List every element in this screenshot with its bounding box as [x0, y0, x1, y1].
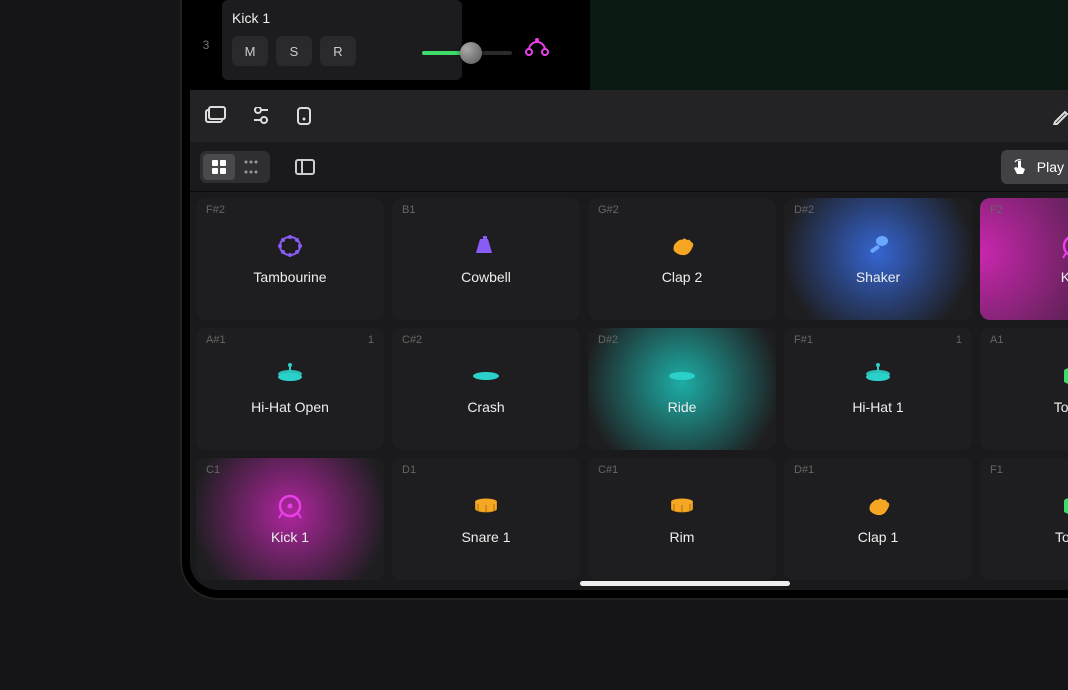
drum-pad[interactable]: F1 Tom L — [980, 458, 1068, 580]
cowbell-icon — [470, 233, 502, 259]
toolbar — [190, 90, 1068, 142]
tom-icon — [1058, 493, 1068, 519]
drum-pad[interactable]: F2 Kick — [980, 198, 1068, 320]
pad-note: C#2 — [402, 334, 422, 346]
sidebar-toggle[interactable] — [288, 154, 322, 180]
pad-note: A1 — [990, 334, 1003, 346]
pad-label: Kick — [1061, 269, 1068, 285]
tap-icon — [1011, 158, 1029, 176]
shaker-icon — [862, 233, 894, 259]
pad-note: F#2 — [206, 204, 225, 216]
volume-slider[interactable] — [422, 44, 512, 62]
pad-note: F2 — [990, 204, 1003, 216]
pad-label: Shaker — [856, 269, 900, 285]
solo-button[interactable]: S — [276, 36, 312, 66]
mute-button[interactable]: M — [232, 36, 268, 66]
app-screen: 3 Kick 1 M S R — [190, 0, 1068, 590]
drum-pad[interactable]: G#2 Clap 2 — [588, 198, 776, 320]
mixer-icon[interactable] — [250, 107, 272, 125]
snare-icon — [470, 493, 502, 519]
pad-label: Cowbell — [461, 269, 511, 285]
pad-grid: F#2 Tambourine B1 Cowbell G#2 Clap 2 D#2 Shaker… — [190, 192, 1068, 590]
pad-note: C#1 — [598, 464, 618, 476]
drum-pad[interactable]: C1 Kick 1 — [196, 458, 384, 580]
volume-knob[interactable] — [460, 42, 482, 64]
drum-pad[interactable]: C#1 Rim — [588, 458, 776, 580]
pad-note: G#2 — [598, 204, 619, 216]
pad-note: F#1 — [794, 334, 813, 346]
clap-icon — [666, 233, 698, 259]
keyboard-icon[interactable] — [296, 106, 312, 126]
pad-toolbar: Play — [190, 142, 1068, 192]
track-header[interactable]: Kick 1 M S R — [222, 0, 462, 80]
list-view-button[interactable] — [235, 154, 267, 180]
library-icon[interactable] — [204, 106, 226, 126]
kick-icon — [274, 493, 306, 519]
pad-label: Clap 2 — [662, 269, 702, 285]
device-frame: 3 Kick 1 M S R — [180, 0, 1068, 600]
pad-label: Tambourine — [253, 269, 326, 285]
pad-label: Kick 1 — [271, 529, 309, 545]
pad-label: Ride — [668, 399, 697, 415]
drum-pad[interactable]: F#1 1 Hi-Hat 1 — [784, 328, 972, 450]
drum-pad[interactable]: F#2 Tambourine — [196, 198, 384, 320]
cymbal-icon — [470, 363, 502, 389]
clap-icon — [862, 493, 894, 519]
drum-pad[interactable]: D#1 Clap 1 — [784, 458, 972, 580]
track-title: Kick 1 — [232, 10, 452, 26]
pad-note: C1 — [206, 464, 220, 476]
cymbal-icon — [666, 363, 698, 389]
drum-pad[interactable]: D#2 Ride — [588, 328, 776, 450]
pad-note: F1 — [990, 464, 1003, 476]
pad-note: B1 — [402, 204, 415, 216]
pad-index: 1 — [368, 334, 374, 346]
view-segment — [200, 151, 270, 183]
pad-note: D#2 — [794, 204, 814, 216]
pad-label: Clap 1 — [858, 529, 898, 545]
home-indicator[interactable] — [580, 581, 790, 586]
pad-index: 1 — [956, 334, 962, 346]
track-number: 3 — [196, 38, 216, 52]
snare-icon — [666, 493, 698, 519]
drum-pad[interactable]: D1 Snare 1 — [392, 458, 580, 580]
pad-note: A#1 — [206, 334, 226, 346]
drum-pad[interactable]: D#2 Shaker — [784, 198, 972, 320]
drum-pad[interactable]: A1 Tom H — [980, 328, 1068, 450]
pad-label: Rim — [670, 529, 695, 545]
pad-label: Tom L — [1055, 529, 1068, 545]
pad-label: Tom H — [1054, 399, 1068, 415]
pad-label: Hi-Hat 1 — [852, 399, 903, 415]
pad-label: Crash — [467, 399, 504, 415]
pad-label: Snare 1 — [461, 529, 510, 545]
headphones-icon — [522, 30, 552, 65]
tambourine-icon — [274, 233, 306, 259]
play-button[interactable]: Play — [1001, 150, 1068, 184]
pad-label: Hi-Hat Open — [251, 399, 329, 415]
hihat-icon — [274, 363, 306, 389]
pad-note: D#1 — [794, 464, 814, 476]
grid-view-button[interactable] — [203, 154, 235, 180]
drum-pad[interactable]: A#1 1 Hi-Hat Open — [196, 328, 384, 450]
tracks-area: 3 Kick 1 M S R — [190, 0, 1068, 90]
hihat-icon — [862, 363, 894, 389]
pencil-icon[interactable] — [1052, 107, 1068, 125]
drum-pad[interactable]: C#2 Crash — [392, 328, 580, 450]
kick-icon — [1058, 233, 1068, 259]
pad-note: D1 — [402, 464, 416, 476]
tom-icon — [1058, 363, 1068, 389]
play-label: Play — [1037, 159, 1064, 175]
drum-pad[interactable]: B1 Cowbell — [392, 198, 580, 320]
pad-note: D#2 — [598, 334, 618, 346]
record-button[interactable]: R — [320, 36, 356, 66]
